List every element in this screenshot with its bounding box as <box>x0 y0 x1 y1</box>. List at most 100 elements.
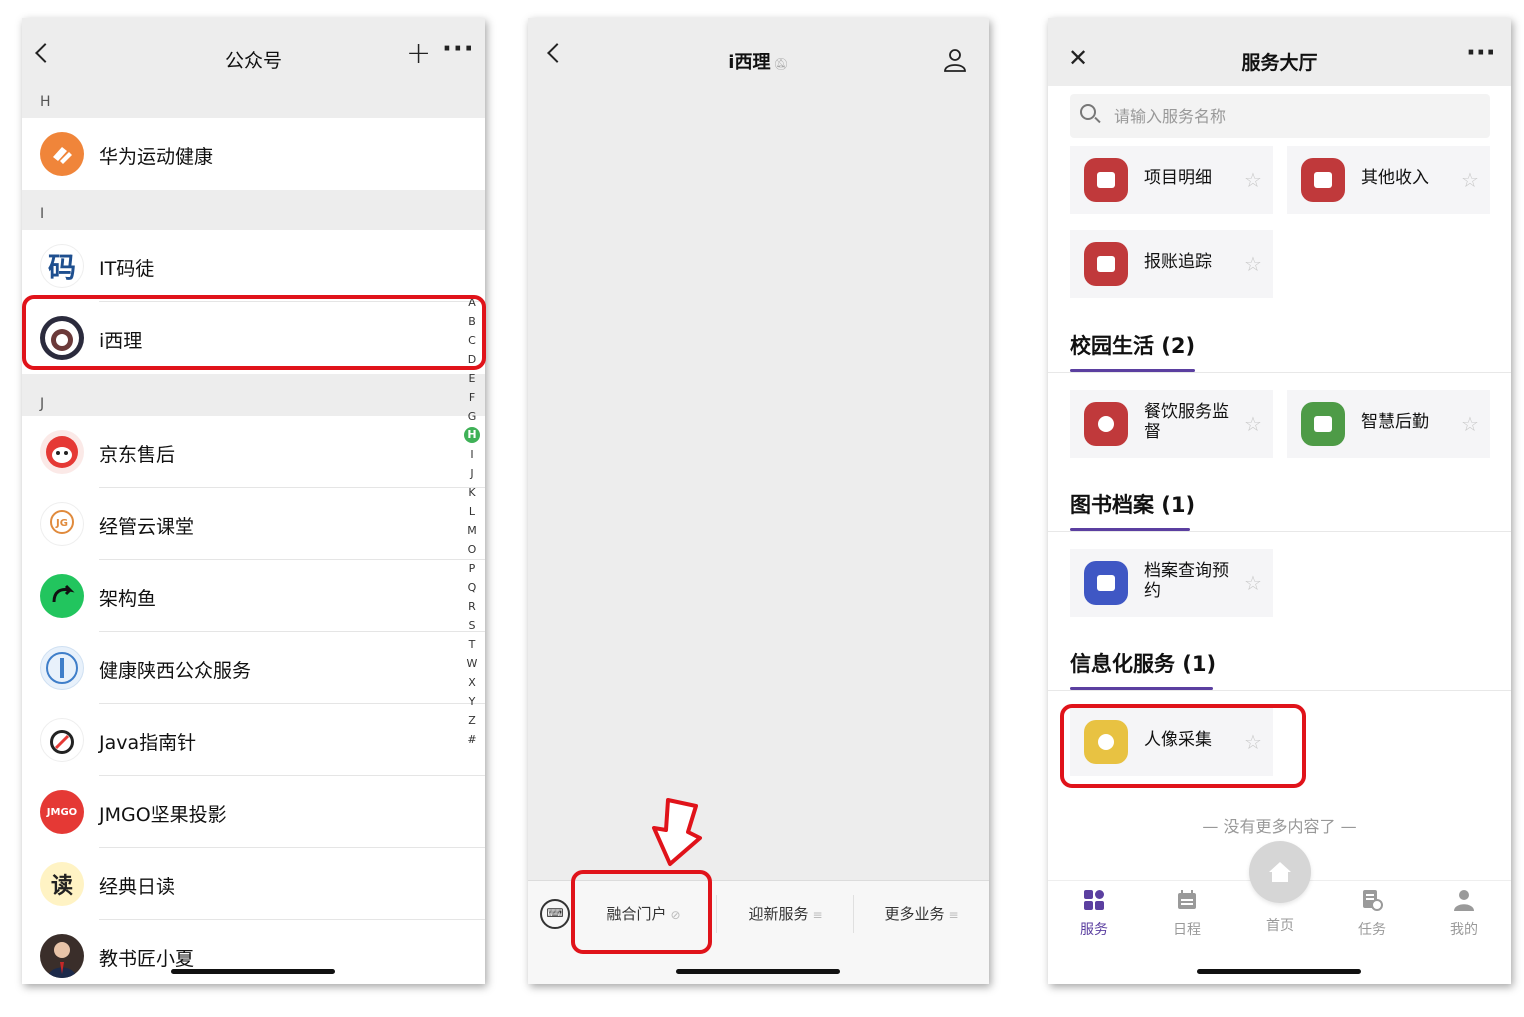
card-project-detail[interactable]: 项目明细 ☆ <box>1070 146 1273 214</box>
menu-more-business[interactable]: 更多业务 ≡ <box>854 899 989 929</box>
star-icon[interactable]: ☆ <box>1461 168 1479 192</box>
folder-icon <box>1084 561 1128 605</box>
index-letter[interactable]: S <box>462 616 482 635</box>
index-letter[interactable]: Y <box>462 692 482 711</box>
jiagouyu-avatar <box>40 574 84 618</box>
account-huawei-health[interactable]: 华为运动健康 <box>22 118 485 190</box>
official-accounts-screen: 公众号 + ··· H 华为运动健康 I 码 IT码徒 i西理 J 京东售后 J… <box>22 18 485 984</box>
catering-icon <box>1084 402 1128 446</box>
tab-label: 服务 <box>1080 922 1108 938</box>
category-title: 信息化服务 (1) <box>1070 652 1217 676</box>
home-indicator <box>1197 969 1361 974</box>
account-jiagouyu[interactable]: 架构鱼 <box>22 560 485 632</box>
tab-label: 日程 <box>1173 922 1201 938</box>
index-letter[interactable]: K <box>462 483 482 502</box>
index-letter[interactable]: Z <box>462 711 482 730</box>
search-input[interactable] <box>1114 102 1474 130</box>
star-icon[interactable]: ☆ <box>1461 412 1479 436</box>
account-java-compass[interactable]: Java指南针 <box>22 704 485 776</box>
jmgo-avatar: JMGO <box>40 790 84 834</box>
svg-text:JG: JG <box>55 518 68 529</box>
tab-tasks[interactable]: 任务 <box>1337 889 1407 939</box>
account-jd-aftersale[interactable]: 京东售后 <box>22 416 485 488</box>
account-name: Java指南针 <box>99 732 197 754</box>
home-indicator <box>171 969 335 974</box>
tab-label: 我的 <box>1450 922 1478 938</box>
account-itmatu[interactable]: 码 IT码徒 <box>22 230 485 302</box>
card-catering-supervision[interactable]: 餐饮服务监督 ☆ <box>1070 390 1273 458</box>
section-header-j: J <box>22 374 485 422</box>
home-icon <box>1269 862 1291 882</box>
account-jiaoshujiang[interactable]: 教书匠小夏 <box>22 920 485 984</box>
category-title: 图书档案 (1) <box>1070 493 1196 517</box>
jingdian-avatar: 读 <box>40 862 84 906</box>
card-label: 智慧后勤 <box>1361 412 1429 432</box>
star-icon[interactable]: ☆ <box>1244 571 1262 595</box>
index-letter[interactable]: F <box>462 388 482 407</box>
index-letter[interactable]: J <box>462 464 482 483</box>
card-archive-reservation[interactable]: 档案查询预约 ☆ <box>1070 549 1273 617</box>
grid-icon <box>1084 890 1104 910</box>
header-bar: ✕ 服务大厅 ··· <box>1048 18 1511 86</box>
category-title: 校园生活 (2) <box>1070 334 1196 358</box>
card-reimbursement-tracking[interactable]: 报账追踪 ☆ <box>1070 230 1273 298</box>
tab-label: 首页 <box>1266 918 1294 934</box>
keyboard-icon[interactable]: ⌨ <box>540 899 570 929</box>
index-letter[interactable]: # <box>462 730 482 749</box>
service-hall-screen: ✕ 服务大厅 ··· 项目明细 ☆ 其他收入 ☆ 报账追踪 ☆ 校园生活 (2)… <box>1048 18 1511 984</box>
card-label: 其他收入 <box>1361 168 1429 188</box>
down-arrow-annotation-icon <box>652 798 702 866</box>
index-letter[interactable]: W <box>462 654 482 673</box>
star-icon[interactable]: ☆ <box>1244 412 1262 436</box>
chat-screen: i西理 🔕︎ ⌨ 融合门户 ⊘ 迎新服务 ≡ 更多业务 ≡ <box>528 18 989 984</box>
page-title: i西理 🔕︎ <box>728 52 789 73</box>
highlight-fusion-portal <box>571 870 712 954</box>
add-icon[interactable]: + <box>406 39 431 69</box>
card-smart-logistics[interactable]: 智慧后勤 ☆ <box>1287 390 1490 458</box>
page-title: 服务大厅 <box>1241 52 1318 74</box>
account-name: 健康陕西公众服务 <box>99 660 252 682</box>
jg-avatar: JG <box>40 502 84 546</box>
health-shaanxi-avatar <box>40 646 84 690</box>
index-letter[interactable]: R <box>462 597 482 616</box>
index-letter[interactable]: T <box>462 635 482 654</box>
java-compass-avatar <box>40 718 84 762</box>
star-icon[interactable]: ☆ <box>1244 168 1262 192</box>
more-icon[interactable]: ··· <box>1466 38 1496 68</box>
phone-icon <box>1301 402 1345 446</box>
profile-icon[interactable] <box>944 48 966 72</box>
account-jmgo[interactable]: JMGO JMGO坚果投影 <box>22 776 485 848</box>
jd-dog-avatar <box>40 430 84 474</box>
tab-service[interactable]: 服务 <box>1059 889 1129 939</box>
index-letter[interactable]: P <box>462 559 482 578</box>
more-icon[interactable]: ··· <box>442 34 475 64</box>
index-letter[interactable]: O <box>462 540 482 559</box>
teacher-avatar <box>40 934 84 978</box>
card-other-income[interactable]: 其他收入 ☆ <box>1287 146 1490 214</box>
tab-mine[interactable]: 我的 <box>1429 889 1499 939</box>
index-letter[interactable]: H <box>464 427 480 443</box>
tab-schedule[interactable]: 日程 <box>1152 889 1222 939</box>
search-box[interactable] <box>1070 94 1490 138</box>
huawei-health-avatar <box>40 132 84 176</box>
account-jingdian-ridu[interactable]: 读 经典日读 <box>22 848 485 920</box>
home-indicator <box>676 969 840 974</box>
index-letter[interactable]: L <box>462 502 482 521</box>
index-letter[interactable]: E <box>462 369 482 388</box>
highlight-portrait-collection <box>1060 704 1306 788</box>
tab-label: 任务 <box>1358 922 1386 938</box>
menu-welcome-service[interactable]: 迎新服务 ≡ <box>718 899 853 929</box>
index-letter[interactable]: G <box>462 407 482 426</box>
tab-home[interactable]: 首页 <box>1245 889 1315 935</box>
index-letter[interactable]: Q <box>462 578 482 597</box>
highlight-ixili <box>22 295 486 370</box>
calendar-icon <box>1178 890 1196 909</box>
index-letter[interactable]: M <box>462 521 482 540</box>
star-icon[interactable]: ☆ <box>1244 252 1262 276</box>
no-more-content: — 没有更多内容了 — <box>1202 817 1357 836</box>
index-letter[interactable]: I <box>462 445 482 464</box>
index-letter[interactable]: X <box>462 673 482 692</box>
account-jingguan[interactable]: JG 经管云课堂 <box>22 488 485 560</box>
account-health-shaanxi[interactable]: 健康陕西公众服务 <box>22 632 485 704</box>
reimbursement-icon <box>1084 242 1128 286</box>
